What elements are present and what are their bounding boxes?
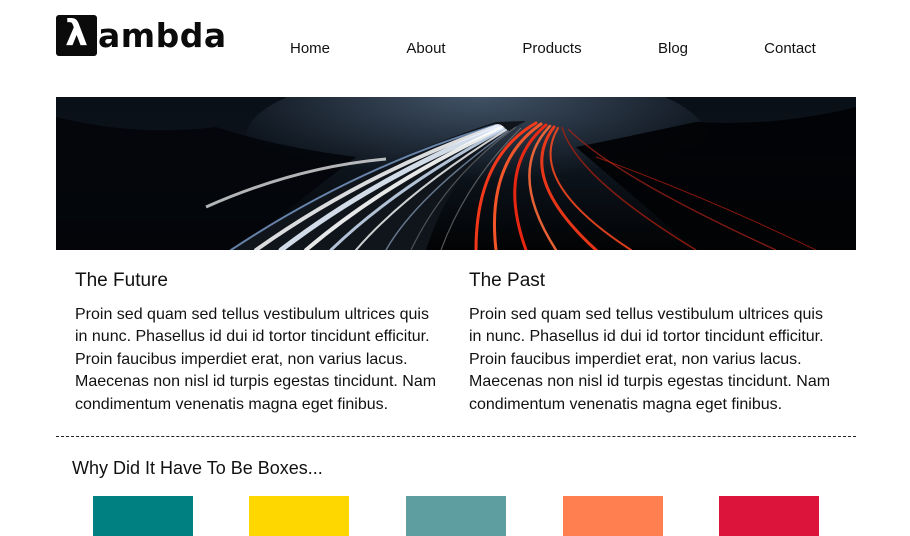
column-the-past: The Past Proin sed quam sed tellus vesti…: [469, 268, 839, 416]
highway-light-trails-picture: [56, 97, 856, 250]
hero-image: [56, 97, 856, 250]
column-heading: The Future: [75, 270, 168, 291]
column-the-future: The Future Proin sed quam sed tellus ves…: [75, 268, 445, 416]
color-box-teal: [93, 496, 193, 536]
dashed-divider: [56, 436, 856, 437]
column-heading: The Past: [469, 270, 546, 291]
nav-link-blog[interactable]: Blog: [658, 40, 688, 57]
column-body: Proin sed quam sed tellus vestibulum ult…: [75, 306, 437, 413]
nav-link-home[interactable]: Home: [290, 40, 330, 57]
color-box-gold: [249, 496, 349, 536]
nav-link-products[interactable]: Products: [522, 40, 581, 57]
main-nav: Home About Products Blog Contact: [56, 40, 856, 60]
boxes-section-title: Why Did It Have To Be Boxes...: [72, 458, 323, 478]
color-box-crimson: [719, 496, 819, 536]
color-box-coral: [563, 496, 663, 536]
site-header: λ ambda Home About Products Blog Contact: [56, 14, 856, 74]
nav-link-contact[interactable]: Contact: [764, 40, 816, 57]
column-body: Proin sed quam sed tellus vestibulum ult…: [469, 306, 831, 413]
color-box-cadet-blue: [406, 496, 506, 536]
nav-link-about[interactable]: About: [406, 40, 445, 57]
